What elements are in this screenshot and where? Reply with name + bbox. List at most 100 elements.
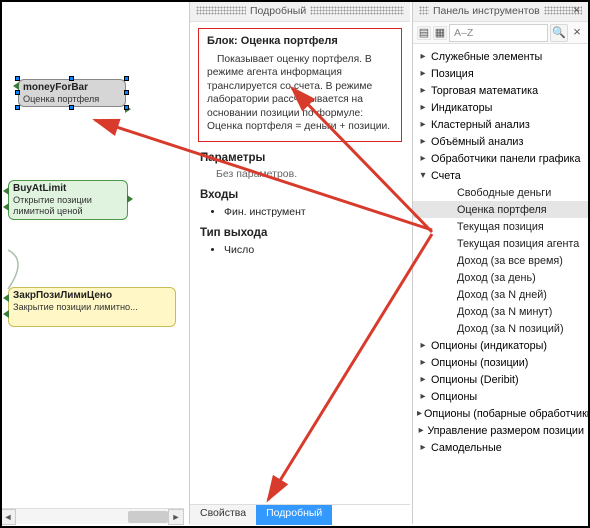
panel-close-button[interactable]: × [569, 3, 584, 18]
expand-all-button[interactable]: ▤ [417, 26, 431, 40]
tree-leaf[interactable]: Доход (за день) [413, 269, 588, 286]
tree-leaf[interactable]: Доход (за N минут) [413, 303, 588, 320]
node-subtitle: Закрытие позиции лимитно... [13, 302, 171, 313]
chevron-right-icon[interactable]: ▸ [417, 391, 429, 402]
tree-leaf[interactable]: Свободные деньги [413, 184, 588, 201]
node-moneyforbar[interactable]: moneyForBar Оценка портфеля [18, 79, 126, 107]
toolbox-panel: Панель инструментов × ▤ ▦ A–Z 🔍 × ▸Служе… [412, 0, 588, 524]
scrollbar-thumb[interactable] [128, 511, 168, 523]
selection-handle[interactable] [124, 90, 129, 95]
scroll-left-button[interactable]: ◄ [0, 509, 16, 525]
tree-category[interactable]: ▸Позиция [413, 65, 588, 82]
tree-item-label: Служебные элементы [431, 51, 542, 63]
toolbox-search-input[interactable]: A–Z [449, 24, 548, 42]
collapse-all-button[interactable]: ▦ [433, 26, 447, 40]
tree-category[interactable]: ▸Опционы (побарные обработчики) [413, 405, 588, 422]
chevron-right-icon[interactable]: ▸ [417, 408, 422, 419]
tree-category[interactable]: ▸Индикаторы [413, 99, 588, 116]
node-closelimit[interactable]: ЗакрПозиЛимиЦено Закрытие позиции лимитн… [8, 287, 176, 327]
help-heading: Блок: Оценка портфеля [207, 35, 393, 47]
tree-leaf[interactable]: Текущая позиция агента [413, 235, 588, 252]
list-item: Число [224, 244, 402, 256]
tab-detailed[interactable]: Подробный [256, 505, 332, 525]
tree-leaf[interactable]: Доход (за N позиций) [413, 320, 588, 337]
chevron-right-icon[interactable]: ▸ [417, 68, 429, 79]
selection-handle[interactable] [15, 76, 20, 81]
chevron-right-icon[interactable]: ▸ [417, 425, 425, 436]
inputs-list: Фин. инструмент [224, 206, 402, 218]
panel-title: Панель инструментов [433, 0, 540, 22]
tree-category[interactable]: ▸Торговая математика [413, 82, 588, 99]
toolbox-tree[interactable]: ▸Служебные элементы▸Позиция▸Торговая мат… [413, 44, 588, 524]
node-title: BuyAtLimit [13, 183, 123, 195]
selection-handle[interactable] [69, 76, 74, 81]
pin-in-icon[interactable] [3, 310, 9, 318]
tree-category[interactable]: ▸Кластерный анализ [413, 116, 588, 133]
pin-in-icon[interactable] [3, 187, 9, 195]
chevron-right-icon[interactable]: ▸ [417, 85, 429, 96]
tree-item-label: Доход (за N дней) [457, 289, 547, 301]
grip-icon[interactable] [419, 6, 429, 15]
tree-leaf[interactable]: Оценка портфеля [413, 201, 588, 218]
section-title-outtype: Тип выхода [200, 227, 402, 239]
help-highlight-box: Блок: Оценка портфеля Показывает оценку … [198, 28, 402, 142]
chevron-right-icon[interactable]: ▸ [417, 153, 429, 164]
selection-handle[interactable] [124, 76, 129, 81]
tree-item-label: Свободные деньги [457, 187, 551, 199]
tree-item-label: Торговая математика [431, 85, 538, 97]
tree-category[interactable]: ▸Служебные элементы [413, 48, 588, 65]
scroll-right-button[interactable]: ► [168, 509, 184, 525]
canvas-horizontal-scrollbar[interactable]: ◄ ► [0, 508, 184, 524]
tree-item-label: Объёмный анализ [431, 136, 523, 148]
chevron-right-icon[interactable]: ▸ [417, 102, 429, 113]
chevron-right-icon[interactable]: ▸ [417, 340, 429, 351]
tree-category[interactable]: ▸Самодельные [413, 439, 588, 456]
tree-item-label: Самодельные [431, 442, 502, 454]
chevron-right-icon[interactable]: ▸ [417, 51, 429, 62]
selection-handle[interactable] [69, 105, 74, 110]
grip-icon[interactable] [310, 6, 404, 15]
tree-category[interactable]: ▸Опционы (индикаторы) [413, 337, 588, 354]
tree-item-label: Опционы (Deribit) [431, 374, 519, 386]
tree-leaf[interactable]: Доход (за N дней) [413, 286, 588, 303]
search-button[interactable]: 🔍 [550, 24, 568, 42]
chevron-down-icon[interactable]: ▾ [417, 170, 429, 181]
tree-category[interactable]: ▸Опционы (Deribit) [413, 371, 588, 388]
toolbox-toolbar: ▤ ▦ A–Z 🔍 × [413, 22, 588, 44]
chevron-right-icon[interactable]: ▸ [417, 119, 429, 130]
grip-icon[interactable] [196, 6, 246, 15]
chevron-right-icon[interactable]: ▸ [417, 357, 429, 368]
pin-out-icon[interactable] [127, 195, 133, 203]
node-subtitle: Открытие позиции лимитной ценой [13, 195, 123, 217]
tree-item-label: Опционы [431, 391, 477, 403]
tree-category[interactable]: ▾Счета [413, 167, 588, 184]
chevron-right-icon[interactable]: ▸ [417, 136, 429, 147]
chevron-right-icon[interactable]: ▸ [417, 442, 429, 453]
selection-handle[interactable] [15, 90, 20, 95]
tree-category[interactable]: ▸Управление размером позиции [413, 422, 588, 439]
search-clear-button[interactable]: × [570, 24, 584, 42]
chevron-right-icon[interactable]: ▸ [417, 374, 429, 385]
tree-leaf[interactable]: Доход (за все время) [413, 252, 588, 269]
node-buyatlimit[interactable]: BuyAtLimit Открытие позиции лимитной цен… [8, 180, 128, 220]
pin-in-icon[interactable] [13, 82, 19, 90]
tree-category[interactable]: ▸Обработчики панели графика [413, 150, 588, 167]
selection-handle[interactable] [124, 105, 129, 110]
details-panel-header[interactable]: Подробный [190, 0, 410, 22]
tree-item-label: Текущая позиция [457, 221, 544, 233]
tree-category[interactable]: ▸Опционы (позиции) [413, 354, 588, 371]
tree-item-label: Управление размером позиции [427, 425, 584, 437]
node-title: ЗакрПозиЛимиЦено [13, 290, 171, 302]
tab-properties[interactable]: Свойства [190, 505, 256, 525]
tree-category[interactable]: ▸Опционы [413, 388, 588, 405]
tree-item-label: Текущая позиция агента [457, 238, 579, 250]
tree-leaf[interactable]: Текущая позиция [413, 218, 588, 235]
tree-item-label: Доход (за все время) [457, 255, 563, 267]
pin-in-icon[interactable] [3, 294, 9, 302]
toolbox-panel-header[interactable]: Панель инструментов × [413, 0, 588, 22]
tree-category[interactable]: ▸Объёмный анализ [413, 133, 588, 150]
pin-in-icon[interactable] [3, 203, 9, 211]
selection-handle[interactable] [15, 105, 20, 110]
section-title-params: Параметры [200, 152, 402, 164]
diagram-canvas[interactable]: moneyForBar Оценка портфеля BuyAtLimit О… [0, 0, 184, 524]
